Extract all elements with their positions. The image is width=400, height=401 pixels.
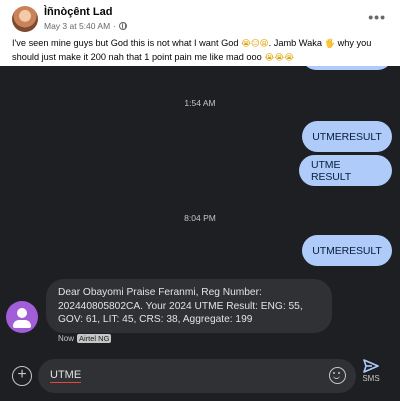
sent-message[interactable]: UTMERESULT <box>302 235 392 266</box>
send-icon <box>363 359 379 373</box>
post-text: I've seen mine guys but God this is not … <box>12 38 372 63</box>
sim-badge: Airtel NG <box>77 334 112 343</box>
contact-avatar-icon[interactable] <box>6 301 38 333</box>
author-avatar[interactable] <box>12 6 38 32</box>
status-time: Now <box>58 334 75 343</box>
send-button[interactable]: SMS <box>358 359 384 393</box>
sent-message[interactable]: UTMERESULT <box>302 121 392 152</box>
message-status: Now Airtel NG <box>58 334 112 343</box>
message-input-value[interactable]: UTME <box>50 369 82 383</box>
author-name[interactable]: Ìñnòçênt Lad <box>44 6 112 18</box>
compose-bar: + UTME SMS <box>0 355 400 401</box>
received-message[interactable]: Dear Obayomi Praise Feranmi, Reg Number:… <box>46 279 332 333</box>
timestamp: 8:04 PM <box>184 213 216 223</box>
facebook-post: Ìñnòçênt Lad May 3 at 5:40 AM · ••• I've… <box>0 0 400 66</box>
more-icon[interactable]: ••• <box>368 9 386 25</box>
sms-conversation[interactable]: 1:54 AM UTMERESULT UTME RESULT 8:04 PM U… <box>0 56 400 401</box>
globe-icon <box>119 22 127 30</box>
hand-emoji: 🖐 <box>324 39 336 49</box>
post-time[interactable]: May 3 at 5:40 AM <box>44 21 110 31</box>
timestamp: 1:54 AM <box>184 98 216 108</box>
emoji-icon[interactable] <box>329 367 346 384</box>
crying-emoji: 😭😑😫 <box>241 39 269 49</box>
sent-message[interactable]: UTME RESULT <box>299 155 392 186</box>
add-icon[interactable]: + <box>12 366 32 386</box>
message-input[interactable]: UTME <box>38 359 356 393</box>
post-meta: May 3 at 5:40 AM · <box>44 21 127 31</box>
crying-emoji: 😭😭😭 <box>264 53 295 63</box>
send-label: SMS <box>362 374 380 383</box>
